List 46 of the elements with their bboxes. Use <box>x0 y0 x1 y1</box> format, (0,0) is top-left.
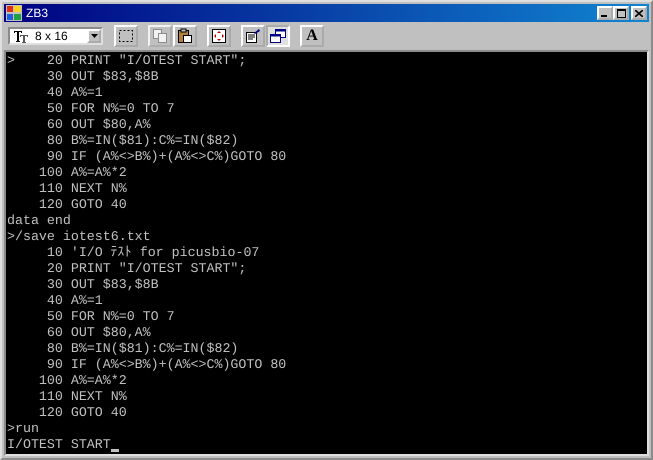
terminal-line: 50 FOR N%=0 TO 7 <box>46 101 175 117</box>
maximize-button[interactable] <box>613 6 629 20</box>
truetype-icon <box>13 30 29 42</box>
paste-button[interactable] <box>173 25 197 47</box>
terminal-line: 10 'I/O ﾃｽﾄ for picusbio-07 <box>46 245 260 261</box>
terminal-line: 80 B%=IN($81):C%=IN($82) <box>46 133 238 149</box>
terminal-line: 110 NEXT N% <box>38 181 127 197</box>
close-button[interactable] <box>631 6 647 20</box>
terminal-line: 120 GOTO 40 <box>38 405 127 421</box>
copy-icon <box>152 28 168 44</box>
terminal-line: 60 OUT $80,A% <box>46 117 151 133</box>
terminal-line: 80 B%=IN($81):C%=IN($82) <box>46 341 238 357</box>
terminal-line: >run <box>7 421 39 437</box>
clipboard-icon <box>177 28 193 44</box>
terminal-line: 90 IF (A%<>B%)+(A%<>C%)GOTO 80 <box>46 149 286 165</box>
mark-button[interactable] <box>114 25 138 47</box>
fullscreen-button[interactable] <box>207 25 231 47</box>
terminal-line: 100 A%=A%*2 <box>38 165 127 181</box>
font-button[interactable]: A <box>300 25 324 47</box>
terminal-line: 120 GOTO 40 <box>38 197 127 213</box>
terminal-line: > 20 PRINT "I/OTEST START"; <box>7 53 246 69</box>
ms-dos-icon <box>6 5 22 21</box>
font-size-dropdown[interactable]: 8 x 16 <box>8 27 103 45</box>
terminal-line: 40 A%=1 <box>46 85 103 101</box>
terminal-line: data end <box>7 213 71 229</box>
terminal-line: 20 PRINT "I/OTEST START"; <box>46 261 246 277</box>
terminal-line: I/OTEST START <box>7 437 111 453</box>
maximize-icon <box>616 8 626 18</box>
properties-button[interactable] <box>241 25 265 47</box>
terminal-line: >/save iotest6.txt <box>7 229 151 245</box>
terminal-line: 30 OUT $83,$8B <box>46 69 159 85</box>
windows-icon <box>270 28 286 44</box>
window-title: ZB3 <box>26 6 48 20</box>
terminal-line: 100 A%=A%*2 <box>38 373 127 389</box>
terminal-line: 60 OUT $80,A% <box>46 325 151 341</box>
font-size-value: 8 x 16 <box>35 29 69 43</box>
dashed-rectangle-icon <box>118 28 134 44</box>
terminal-line: 40 A%=1 <box>46 293 103 309</box>
minimize-button[interactable] <box>597 6 613 20</box>
terminal-line: 90 IF (A%<>B%)+(A%<>C%)GOTO 80 <box>46 357 286 373</box>
terminal-line: 50 FOR N%=0 TO 7 <box>46 309 175 325</box>
terminal-line: 30 OUT $83,$8B <box>46 277 159 293</box>
close-icon <box>635 10 643 16</box>
fullscreen-icon <box>211 28 227 44</box>
terminal-line: 110 NEXT N% <box>38 389 127 405</box>
properties-icon <box>245 28 261 44</box>
